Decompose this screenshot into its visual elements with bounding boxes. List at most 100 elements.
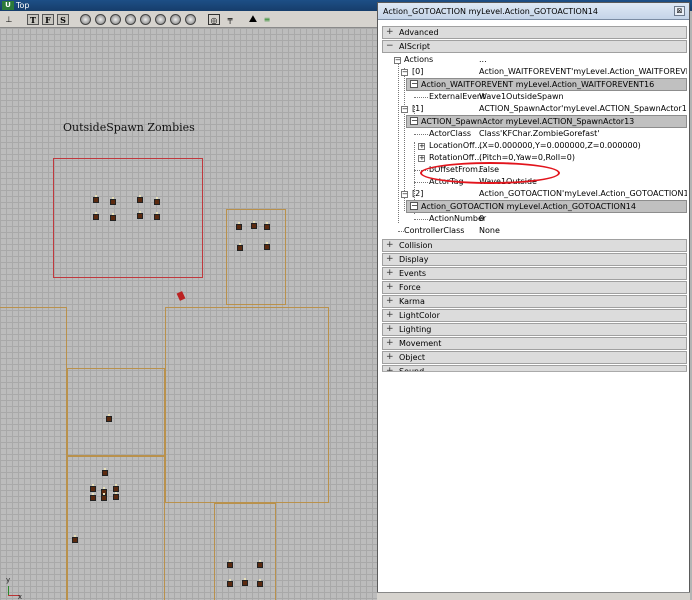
- volume-outline[interactable]: [67, 456, 165, 600]
- zombie-actor-icon[interactable]: [93, 212, 99, 220]
- prop-value[interactable]: ACTION_SpawnActor'myLevel.ACTION_SpawnAc…: [479, 103, 687, 115]
- prop-name: LocationOff...: [429, 141, 483, 150]
- expand-plus-icon[interactable]: +: [386, 353, 394, 362]
- collapse-minus-icon[interactable]: −: [386, 42, 394, 51]
- expand-plus-icon[interactable]: +: [386, 339, 394, 348]
- render-mode-textured-icon[interactable]: [110, 14, 121, 25]
- category-karma[interactable]: + Karma: [382, 295, 687, 308]
- prop-value[interactable]: Wave1OutsideSpawn: [479, 91, 564, 103]
- zombie-actor-icon[interactable]: [110, 213, 116, 221]
- render-mode-lighting-icon[interactable]: [125, 14, 136, 25]
- prop-row-controller-class[interactable]: ControllerClass None: [382, 225, 687, 238]
- zombie-actor-icon[interactable]: [90, 493, 96, 501]
- category-events[interactable]: + Events: [382, 267, 687, 280]
- expand-plus-icon[interactable]: +: [386, 255, 394, 264]
- prop-value[interactable]: None: [479, 225, 500, 237]
- collapse-minus-icon[interactable]: −: [401, 106, 408, 113]
- lock-view-icon[interactable]: ╤: [224, 14, 236, 25]
- zombie-actor-icon[interactable]: [227, 560, 233, 568]
- collapse-minus-icon[interactable]: −: [410, 80, 418, 88]
- category-label: Object: [399, 353, 426, 362]
- zombie-actor-icon[interactable]: [90, 484, 96, 492]
- collapse-minus-icon[interactable]: −: [410, 117, 418, 125]
- zombie-actor-icon[interactable]: [264, 222, 270, 230]
- zombie-actor-icon[interactable]: [101, 493, 107, 501]
- zombie-actor-icon[interactable]: [257, 560, 263, 568]
- volume-outline[interactable]: [0, 307, 67, 600]
- category-movement[interactable]: + Movement: [382, 337, 687, 350]
- scripted-trigger-icon[interactable]: [176, 291, 186, 301]
- expand-plus-icon[interactable]: +: [418, 143, 425, 150]
- render-mode-unlit-icon[interactable]: [140, 14, 151, 25]
- category-display[interactable]: + Display: [382, 253, 687, 266]
- render-mode-texture-usage-icon[interactable]: [185, 14, 196, 25]
- render-mode-zone-icon[interactable]: [95, 14, 106, 25]
- category-lighting[interactable]: + Lighting: [382, 323, 687, 336]
- view-front-button[interactable]: F: [42, 14, 54, 25]
- collapse-minus-icon[interactable]: −: [401, 191, 408, 198]
- object-header-waitforevent[interactable]: − Action_WAITFOREVENT myLevel.Action_WAI…: [406, 78, 687, 91]
- zombie-actor-icon[interactable]: [102, 468, 108, 476]
- expand-plus-icon[interactable]: +: [386, 311, 394, 320]
- prop-value[interactable]: (X=0.000000,Y=0.000000,Z=0.000000): [479, 140, 641, 152]
- expand-plus-icon[interactable]: +: [386, 325, 394, 334]
- prop-name: ExternalEvent: [429, 92, 486, 101]
- object-header-spawnactor[interactable]: − ACTION_SpawnActor myLevel.ACTION_Spawn…: [406, 115, 687, 128]
- zombie-actor-icon[interactable]: [137, 195, 143, 203]
- properties-window: Action_GOTOACTION myLevel.Action_GOTOACT…: [377, 2, 690, 600]
- zombie-actor-icon[interactable]: [242, 578, 248, 586]
- render-mode-wireframe-icon[interactable]: [80, 14, 91, 25]
- category-force[interactable]: + Force: [382, 281, 687, 294]
- zombie-actor-icon[interactable]: [93, 195, 99, 203]
- volume-outline[interactable]: [165, 307, 329, 503]
- prop-value[interactable]: Class'KFChar.ZombieGorefast': [479, 128, 600, 140]
- prop-value[interactable]: Action_WAITFOREVENT'myLevel.Action_WAITF…: [479, 66, 687, 78]
- volume-outline[interactable]: [67, 368, 165, 456]
- selected-volume-outline[interactable]: [53, 158, 203, 278]
- properties-title: Action_GOTOACTION myLevel.Action_GOTOACT…: [383, 7, 598, 16]
- category-aiscript[interactable]: − AIScript: [382, 40, 687, 53]
- expand-plus-icon[interactable]: +: [418, 155, 425, 162]
- close-icon[interactable]: ⊠: [674, 6, 685, 16]
- view-top-button[interactable]: T: [27, 14, 39, 25]
- prop-value[interactable]: Action_GOTOACTION'myLevel.Action_GOTOACT…: [479, 188, 687, 200]
- grid-mountain-icon[interactable]: ⛰: [246, 14, 260, 25]
- category-advanced[interactable]: + Advanced: [382, 26, 687, 39]
- zombie-actor-icon[interactable]: [137, 211, 143, 219]
- category-collision[interactable]: + Collision: [382, 239, 687, 252]
- tree-connector: [414, 97, 428, 98]
- expand-plus-icon[interactable]: +: [386, 297, 394, 306]
- view-side-button[interactable]: S: [57, 14, 69, 25]
- menu-lines-icon[interactable]: ≡: [262, 14, 272, 25]
- zombie-actor-icon[interactable]: [106, 414, 112, 422]
- zombie-actor-icon[interactable]: [72, 535, 78, 543]
- zombie-actor-icon[interactable]: [113, 492, 119, 500]
- collapse-minus-icon[interactable]: −: [394, 57, 401, 64]
- prop-value[interactable]: 0: [479, 213, 484, 225]
- zombie-actor-icon[interactable]: [227, 579, 233, 587]
- camera-icon[interactable]: ◎: [208, 14, 220, 25]
- expand-plus-icon[interactable]: +: [386, 28, 394, 37]
- expand-plus-icon[interactable]: +: [386, 241, 394, 250]
- object-header-gotoaction[interactable]: − Action_GOTOACTION myLevel.Action_GOTOA…: [406, 200, 687, 213]
- collapse-minus-icon[interactable]: −: [410, 202, 418, 210]
- expand-plus-icon[interactable]: +: [386, 283, 394, 292]
- zombie-actor-icon[interactable]: [236, 222, 242, 230]
- category-lightcolor[interactable]: + LightColor: [382, 309, 687, 322]
- zombie-actor-icon[interactable]: [154, 197, 160, 205]
- zombie-actor-icon[interactable]: [237, 243, 243, 251]
- collapse-minus-icon[interactable]: −: [401, 69, 408, 76]
- render-mode-depth-icon[interactable]: [155, 14, 166, 25]
- prop-value[interactable]: ...: [479, 54, 487, 66]
- unreal-editor-icon: U: [2, 1, 14, 10]
- zombie-actor-icon[interactable]: [110, 197, 116, 205]
- zombie-actor-icon[interactable]: [251, 221, 257, 229]
- zombie-actor-icon[interactable]: [264, 242, 270, 250]
- zombie-actor-icon[interactable]: [154, 212, 160, 220]
- render-mode-lightingonly-icon[interactable]: [170, 14, 181, 25]
- expand-plus-icon[interactable]: +: [386, 269, 394, 278]
- viewport-options-icon[interactable]: ⊥: [4, 14, 14, 25]
- zombie-actor-icon[interactable]: [257, 579, 263, 587]
- level-viewport-top[interactable]: OutsideSpawn Zombies y x: [0, 28, 377, 600]
- category-object[interactable]: + Object: [382, 351, 687, 364]
